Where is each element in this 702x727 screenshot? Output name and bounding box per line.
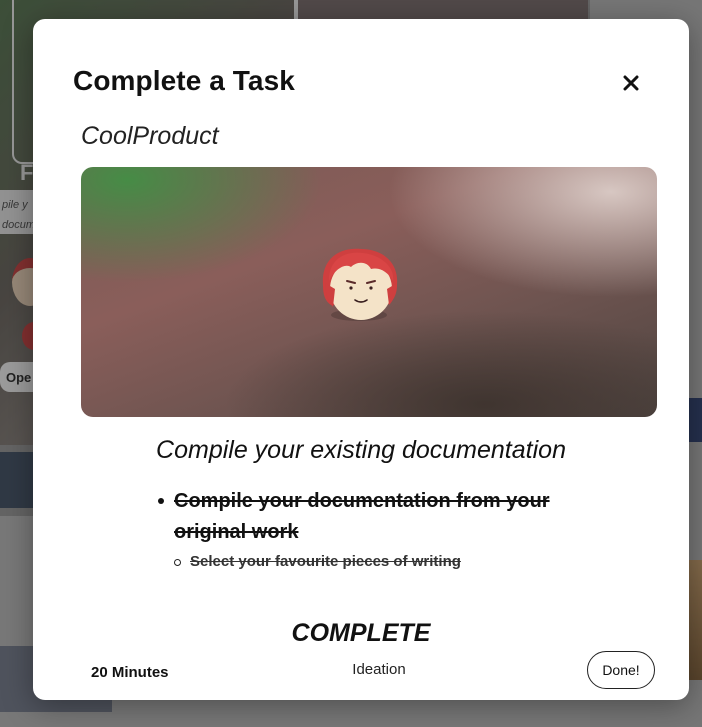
bullet-icon xyxy=(158,498,164,504)
task-status: COMPLETE xyxy=(291,619,431,647)
task-hero-image xyxy=(81,167,657,417)
task-checklist: Compile your documentation from your ori… xyxy=(158,486,598,572)
task-heading: Compile your existing documentation xyxy=(156,436,566,464)
list-item: Compile your documentation from your ori… xyxy=(158,486,598,572)
done-button[interactable]: Done! xyxy=(587,651,655,689)
avatar-red-hair-icon xyxy=(322,248,398,321)
task-item-label: Compile your documentation from your ori… xyxy=(174,490,550,543)
subtask-item-label: Select your favourite pieces of writing xyxy=(190,553,461,570)
modal-title: Complete a Task xyxy=(73,65,295,96)
sub-bullet-icon xyxy=(174,559,181,566)
complete-task-modal: Complete a Task CoolProduct Compile your… xyxy=(33,19,689,700)
close-button[interactable] xyxy=(617,69,645,97)
close-icon xyxy=(623,75,639,91)
subtask-item: Select your favourite pieces of writing xyxy=(174,552,598,572)
product-name: CoolProduct xyxy=(81,122,219,150)
